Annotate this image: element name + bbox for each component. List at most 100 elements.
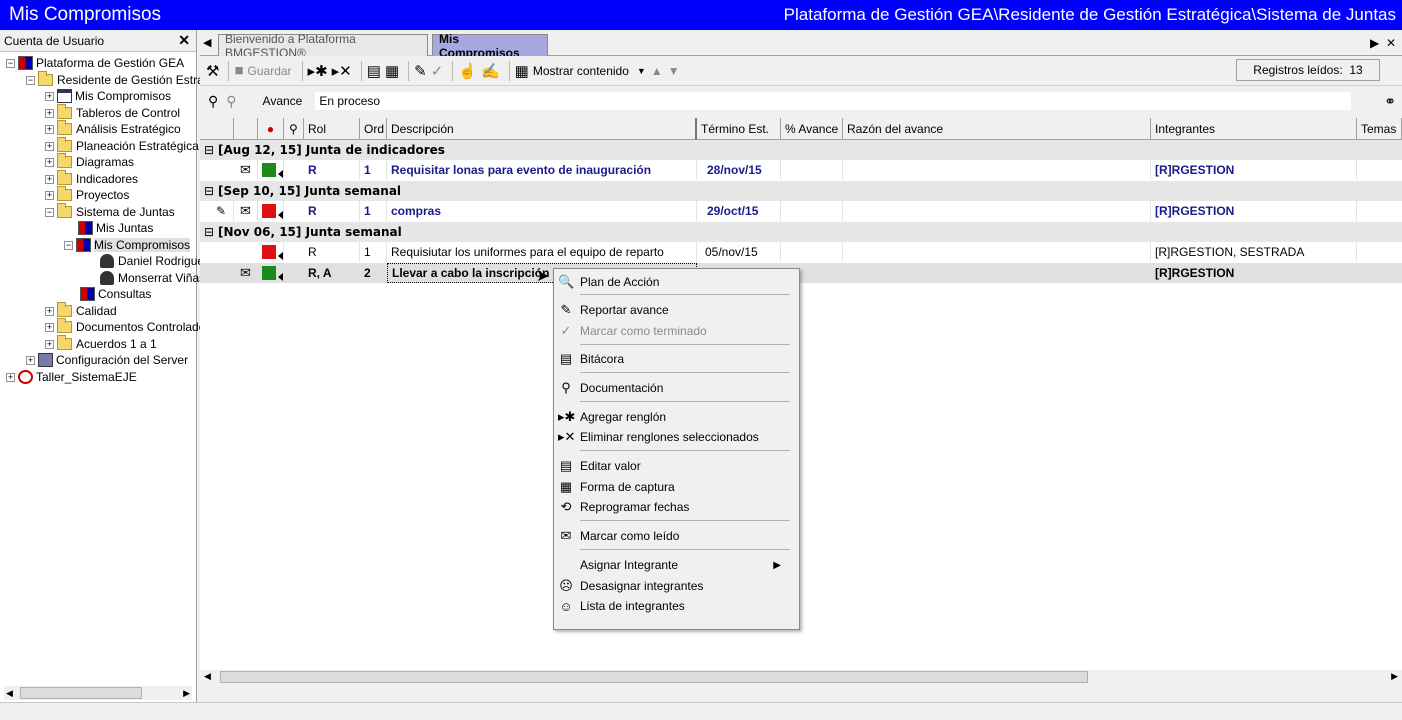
tab-scroll-left-icon[interactable]: ◀ [203,36,211,49]
menu-item-desasignar-integrantes[interactable]: ☹ Desasignar integrantes [554,576,799,596]
expand-icon[interactable]: + [45,306,54,316]
move-up-icon[interactable]: ▲ [651,60,663,82]
close-tab-icon[interactable]: ✕ [1386,36,1396,50]
filter-icon[interactable]: ⚲ [208,93,218,110]
report-progress-icon[interactable]: ✎ [414,60,427,82]
tab-scroll-right-icon[interactable]: ▶ [1370,36,1379,50]
log-icon[interactable]: ✍ [481,60,500,82]
collapse-icon[interactable]: − [26,75,35,85]
col-integrantes[interactable]: Integrantes [1151,118,1357,140]
tree-node[interactable]: Consultas [80,286,151,302]
tab-welcome[interactable]: Bienvenido a Plataforma BMGESTION® [218,32,428,60]
col-ord[interactable]: Ord [360,118,387,140]
tree-node[interactable]: + Acuerdos 1 a 1 [45,335,157,352]
col-descripcion[interactable]: Descripción [387,118,697,140]
envelope-icon[interactable]: ✉ [234,263,258,283]
group-row[interactable]: ⊟ [Aug 12, 15] Junta de indicadores [200,140,1402,160]
add-row-icon[interactable]: ▸✱ [308,60,328,82]
expand-icon[interactable]: + [45,322,54,332]
move-down-icon[interactable]: ▼ [668,60,680,82]
menu-item-agregar-renglon[interactable]: ▸✱ Agregar renglón [554,407,799,427]
envelope-icon[interactable]: ✉ [234,201,258,221]
scroll-left-icon[interactable]: ◀ [6,688,13,699]
collapse-icon[interactable]: − [45,207,54,217]
col-avance[interactable]: % Avance [781,118,843,140]
tools-icon[interactable]: ⚒ [206,60,219,82]
expand-icon[interactable]: + [45,108,54,118]
tab-mis-compromisos[interactable]: Mis Compromisos [432,32,548,60]
menu-item-marcar-terminado[interactable]: ✓ Marcar como terminado [554,321,799,341]
menu-item-lista-integrantes[interactable]: ☺ Lista de integrantes [554,596,799,616]
expand-icon[interactable]: + [45,157,54,167]
clear-filter-icon[interactable]: ⚲ [226,93,236,110]
tree-node[interactable]: + Proyectos [45,186,129,203]
col-termino[interactable]: Término Est. [697,118,781,140]
grid-horizontal-scrollbar[interactable]: ◀ ▶ [200,670,1402,684]
edit-value-icon[interactable]: ▤ [367,60,381,82]
tree-node[interactable]: + Mis Compromisos [45,88,171,104]
tree-node[interactable]: + Análisis Estratégico [45,120,181,137]
attachment-icon[interactable]: ⚲ [284,118,304,140]
tree-horizontal-scrollbar[interactable]: ◀ ▶ [4,686,192,700]
tree-node[interactable]: + Configuración del Server [26,352,188,368]
tree-node[interactable]: + Indicadores [45,170,138,187]
close-icon[interactable]: ✕ [178,32,190,49]
menu-item-forma-captura[interactable]: ▦ Forma de captura [554,477,799,497]
scroll-right-icon[interactable]: ▶ [1391,671,1398,682]
tree-node[interactable]: − Plataforma de Gestión GEA [6,55,184,71]
tree-node[interactable]: Daniel Rodrigue [100,253,204,269]
tree-node[interactable]: + Planeación Estratégica [45,137,199,154]
expand-icon[interactable]: + [45,174,54,184]
menu-item-bitacora[interactable]: ▤ Bitácora [554,349,799,369]
table-row[interactable]: R 1 Requisiutar los uniformes para el eq… [200,242,1402,262]
tree-node[interactable]: + Tableros de Control [45,104,180,121]
status-indicator[interactable] [258,242,284,262]
menu-item-eliminar-renglones[interactable]: ▸✕ Eliminar renglones seleccionados [554,427,799,447]
col-rol[interactable]: Rol [304,118,360,140]
binoculars-icon[interactable]: ⚭ [1384,93,1396,110]
group-collapse-icon[interactable]: ⊟ [204,184,214,198]
tree-node[interactable]: − Mis Compromisos [64,237,191,253]
tree-node[interactable]: − Sistema de Juntas [45,203,175,220]
expand-icon[interactable]: + [45,124,54,134]
checkmark-icon[interactable]: ✓ [431,60,444,82]
menu-item-documentacion[interactable]: ⚲ Documentación [554,378,799,398]
menu-item-plan-accion[interactable]: 🔍 Plan de Acción [554,272,799,292]
expand-icon[interactable]: + [45,91,54,101]
tree-node[interactable]: − Residente de Gestión Estrat [26,71,207,88]
status-indicator[interactable] [258,160,284,180]
expand-icon[interactable]: + [45,190,54,200]
pencil-icon[interactable]: ✎ [214,201,234,221]
tree-node[interactable]: + Diagramas [45,153,134,170]
envelope-icon[interactable]: ✉ [234,160,258,180]
menu-item-reportar-avance[interactable]: ✎ Reportar avance [554,300,799,320]
collapse-icon[interactable]: − [6,58,15,68]
col-razon[interactable]: Razón del avance [843,118,1151,140]
capture-form-icon[interactable]: ▦ [385,60,399,82]
group-row[interactable]: ⊟ [Sep 10, 15] Junta semanal [200,181,1402,201]
col-temas[interactable]: Temas [1357,118,1402,140]
group-row[interactable]: ⊟ [Nov 06, 15] Junta semanal [200,222,1402,242]
tree-node[interactable]: Mis Juntas [78,220,153,236]
scroll-thumb[interactable] [20,687,142,699]
tree-node[interactable]: + Taller_SistemaEJE [6,369,137,385]
expand-icon[interactable]: + [45,339,54,349]
scroll-thumb[interactable] [220,671,1088,683]
delete-rows-icon[interactable]: ▸✕ [332,60,352,82]
scroll-left-icon[interactable]: ◀ [204,671,211,682]
table-row[interactable]: ✎ ✉ R 1 compras 29/oct/15 [R]RGESTION [200,201,1402,221]
table-row-selected[interactable]: ✉ R, A 2 Llevar a cabo la inscripción [R… [200,263,1402,283]
table-row[interactable]: ✉ R 1 Requisitar lonas para evento de in… [200,160,1402,180]
show-content-dropdown[interactable]: ▦ Mostrar contenido ▼ [515,60,646,82]
menu-item-asignar-integrante[interactable]: Asignar Integrante ▶ [554,555,799,575]
tree-node[interactable]: + Calidad [45,302,117,319]
group-collapse-icon[interactable]: ⊟ [204,143,214,157]
collapse-icon[interactable]: − [64,240,73,250]
traffic-light-icon[interactable]: ● [258,118,284,140]
expand-icon[interactable]: + [6,372,15,382]
expand-icon[interactable]: + [26,355,35,365]
menu-item-editar-valor[interactable]: ▤ Editar valor [554,456,799,476]
tree-node[interactable]: + Documentos Controlado [45,318,205,335]
filter-value[interactable]: En proceso [314,91,1353,111]
expand-icon[interactable]: + [45,141,54,151]
